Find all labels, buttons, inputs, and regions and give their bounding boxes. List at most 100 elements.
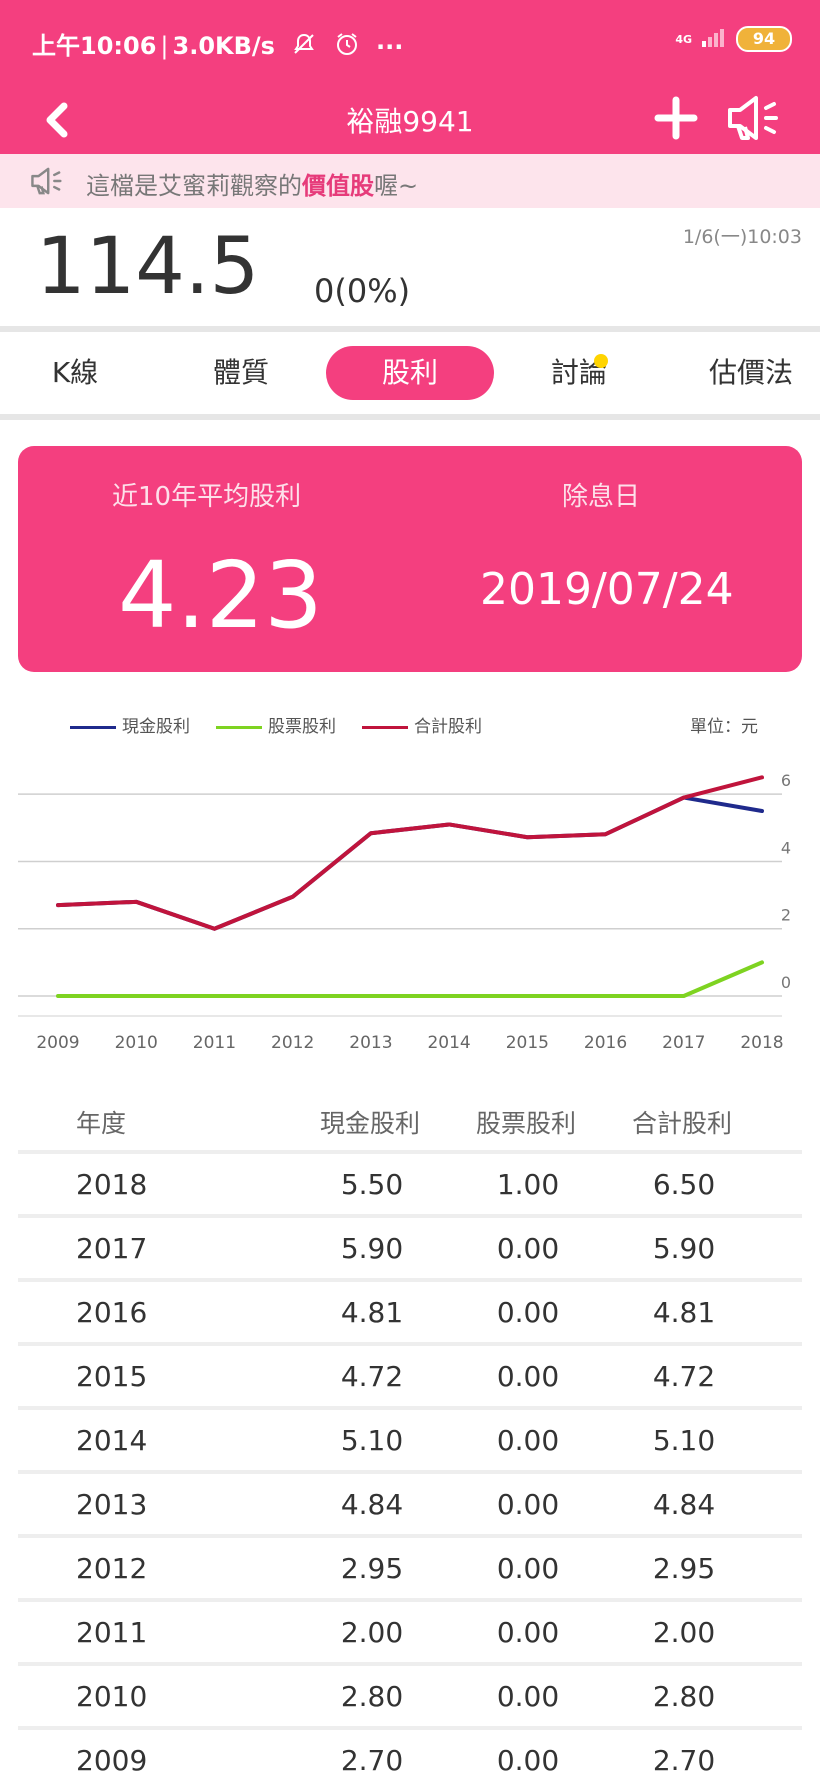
cell-year: 2012 [76,1552,147,1585]
stock-price: 114.5 [36,222,259,312]
y-tick-label: 0 [781,973,791,992]
tab-valuation[interactable]: 估價法 [686,346,816,400]
legend-item-cash: 現金股利 [70,712,190,737]
chart-plot: 0246200920102011201220132014201520162017… [0,750,820,1090]
dividend-chart: 現金股利 股票股利 合計股利 單位：元 02462009201020112012… [0,690,820,1090]
cell-total: 2.00 [624,1616,744,1649]
cell-year: 2010 [76,1680,147,1713]
x-tick-label: 2017 [662,1033,705,1053]
y-tick-label: 2 [781,906,791,925]
price-change: 0(0%) [314,272,410,310]
speaker-icon [28,164,66,204]
x-tick-label: 2018 [740,1033,783,1053]
cell-cash: 2.80 [312,1680,432,1713]
legend-swatch [70,726,116,729]
quote-area: 114.5 0(0%) 1/6(一)10:03 [0,208,820,326]
y-tick-label: 6 [781,771,791,790]
x-tick-label: 2012 [271,1033,314,1053]
cell-cash: 4.72 [312,1360,432,1393]
battery-icon: 94 [736,26,792,52]
cell-year: 2018 [76,1168,147,1201]
announcement-suffix: 喔~ [374,172,418,200]
more-notifications-icon: ··· [376,33,403,61]
cell-year: 2014 [76,1424,147,1457]
x-tick-label: 2016 [584,1033,627,1053]
tab-dividend[interactable]: 股利 [326,346,494,400]
cell-year: 2009 [76,1744,147,1777]
announcement-prefix: 這檔是艾蜜莉觀察的 [86,172,302,200]
unit-label: 單位：元 [690,712,758,737]
quote-timestamp: 1/6(一)10:03 [683,222,802,249]
x-tick-label: 2015 [506,1033,549,1053]
cell-stock: 0.00 [468,1616,588,1649]
cell-cash: 5.50 [312,1168,432,1201]
network-speed: 3.0KB/s [173,32,275,60]
signal-icon [702,27,726,51]
cell-cash: 4.84 [312,1488,432,1521]
ex-dividend-date: 2019/07/24 [480,564,734,615]
cell-cash: 5.10 [312,1424,432,1457]
cell-stock: 1.00 [468,1168,588,1201]
status-left: 上午10:06|3.0KB/s ··· [32,26,403,63]
legend-label: 股票股利 [268,717,336,737]
series-line-0 [58,798,762,929]
cell-year: 2016 [76,1296,147,1329]
x-tick-label: 2013 [349,1033,392,1053]
avg-dividend-value: 4.23 [118,542,323,649]
tab-kline[interactable]: K線 [20,346,130,400]
avg-dividend-label: 近10年平均股利 [112,476,301,513]
x-tick-label: 2014 [427,1033,470,1053]
table-row: 20175.900.005.90 [18,1214,802,1278]
table-row: 2014 5.10 0.00 5.10 [18,1406,802,1470]
table-row: 20164.810.004.81 [18,1278,802,1342]
legend-item-stock: 股票股利 [216,712,336,737]
status-bar: 上午10:06|3.0KB/s ··· 4G 94 [0,0,820,86]
cell-total: 2.80 [624,1680,744,1713]
app-header: 裕融9941 [0,86,820,154]
plus-icon [652,94,700,142]
cell-stock: 0.00 [468,1296,588,1329]
dividend-table: 20185.501.006.5020175.900.005.9020164.81… [18,1150,802,1790]
cell-total: 2.95 [624,1552,744,1585]
table-row: 20134.840.004.84 [18,1470,802,1534]
y-tick-label: 4 [781,838,791,857]
cell-year: 2015 [76,1360,147,1393]
column-header-stock: 股票股利 [476,1104,576,1140]
cell-cash: 2.70 [312,1744,432,1777]
x-tick-label: 2010 [115,1033,158,1053]
tab-fundamentals[interactable]: 體質 [186,346,296,400]
add-watchlist-button[interactable] [652,94,700,142]
cell-stock: 0.00 [468,1424,588,1457]
cell-total: 4.81 [624,1296,744,1329]
announcement-text: 這檔是艾蜜莉觀察的價值股喔~ [86,166,418,201]
cell-cash: 5.90 [312,1232,432,1265]
cell-stock: 0.00 [468,1488,588,1521]
cell-year: 2011 [76,1616,147,1649]
network-type-label: 4G [675,34,692,45]
tab-bar: K線 體質 股利 討論 估價法 [0,332,820,414]
cell-total: 6.50 [624,1168,744,1201]
legend-item-total: 合計股利 [362,712,482,737]
cell-cash: 2.95 [312,1552,432,1585]
tab-discussion[interactable]: 討論 [524,346,634,400]
cell-total: 5.10 [624,1424,744,1457]
legend-swatch [362,726,408,729]
cell-stock: 0.00 [468,1232,588,1265]
column-header-total: 合計股利 [632,1104,732,1140]
cell-total: 4.72 [624,1360,744,1393]
column-header-cash: 現金股利 [320,1104,420,1140]
column-header-year: 年度 [76,1104,126,1140]
status-right: 4G 94 [675,26,792,52]
new-badge [594,354,608,368]
table-row: 2010 2.80 0.00 2.80 [18,1662,802,1726]
speaker-icon [724,90,784,146]
status-time: 上午10:06 [32,32,156,60]
series-line-2 [58,777,762,928]
mute-bell-icon [291,31,317,63]
cell-stock: 0.00 [468,1680,588,1713]
announcement-button[interactable] [724,90,784,146]
cell-total: 4.84 [624,1488,744,1521]
announcement-highlight: 價值股 [302,172,374,200]
table-header: 年度 現金股利 股票股利 合計股利 [0,1094,820,1150]
legend-swatch [216,726,262,729]
